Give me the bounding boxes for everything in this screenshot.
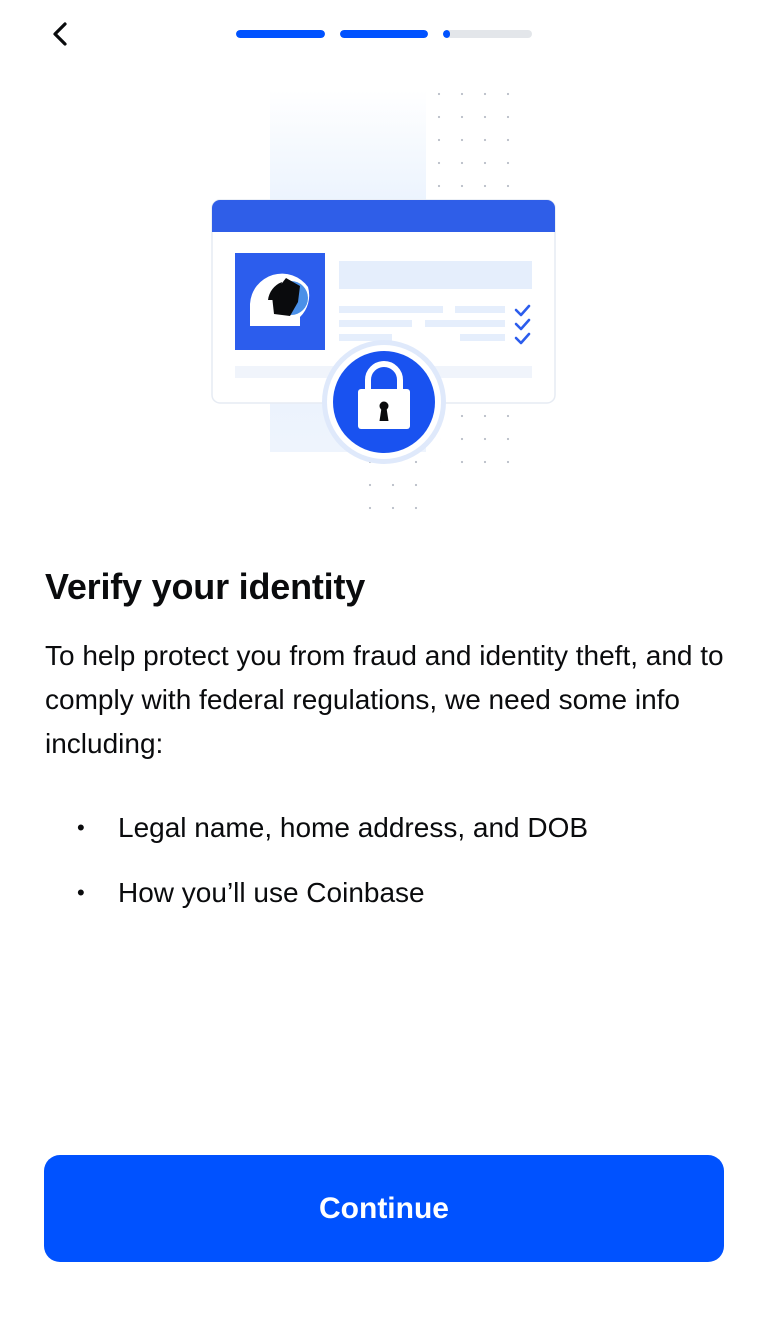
chevron-left-icon <box>53 22 67 46</box>
progress-step-3 <box>443 30 533 38</box>
back-button[interactable] <box>40 14 80 54</box>
requirements-list: • Legal name, home address, and DOB • Ho… <box>45 804 588 934</box>
progress-indicator <box>236 30 533 38</box>
continue-button[interactable]: Continue <box>44 1155 724 1262</box>
dot-grid <box>440 400 520 470</box>
requirement-text: Legal name, home address, and DOB <box>118 812 589 843</box>
bullet-icon: • <box>77 880 85 905</box>
list-item: • How you’ll use Coinbase <box>45 869 588 917</box>
progress-step-2 <box>339 30 429 38</box>
padlock-icon <box>322 340 446 464</box>
verify-identity-illustration <box>211 80 556 510</box>
list-item: • Legal name, home address, and DOB <box>45 804 588 852</box>
page-title: Verify your identity <box>45 566 366 607</box>
bullet-icon: • <box>77 815 85 840</box>
progress-step-1 <box>236 30 325 38</box>
page-description: To help protect you from fraud and ident… <box>45 640 724 759</box>
requirement-text: How you’ll use Coinbase <box>118 877 425 908</box>
